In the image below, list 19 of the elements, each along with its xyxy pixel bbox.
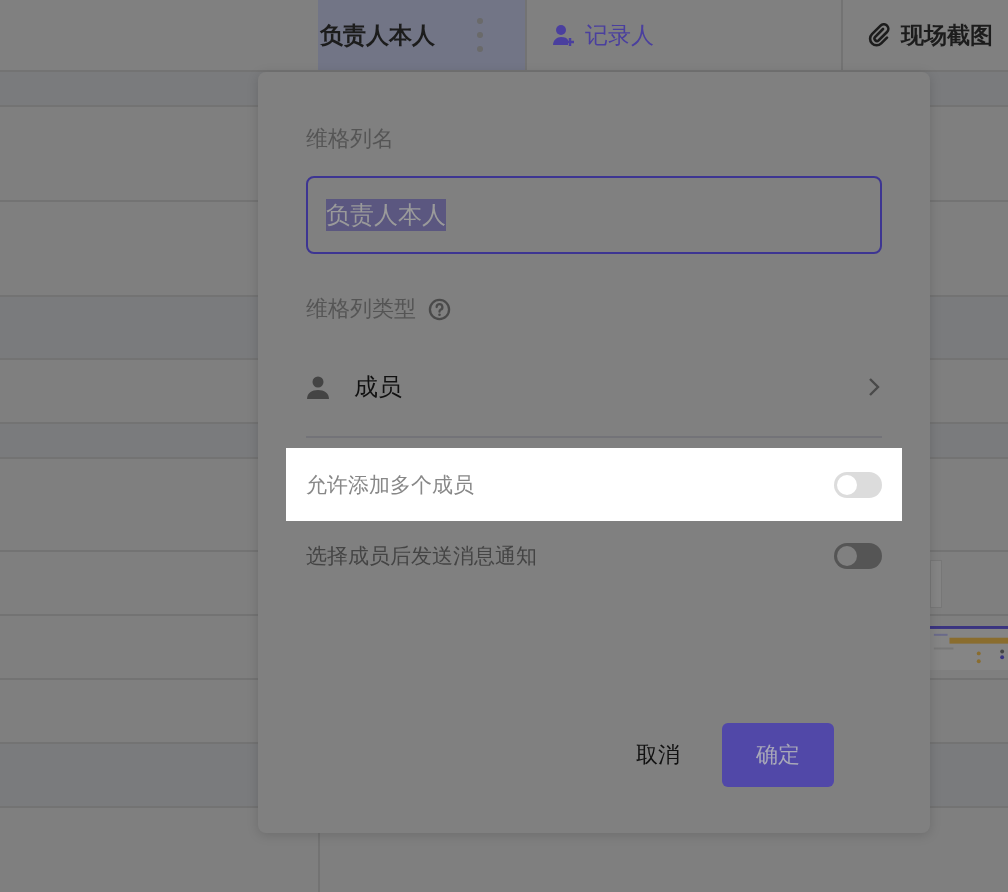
setting-label: 允许添加多个成员 [306, 471, 474, 499]
cancel-button[interactable]: 取消 [624, 730, 692, 780]
column-header[interactable]: 现场截图 [843, 0, 1008, 70]
setting-label: 选择成员后发送消息通知 [306, 543, 537, 570]
toggle-switch[interactable] [834, 543, 882, 569]
chevron-right-icon [868, 377, 880, 397]
user-icon [306, 375, 330, 399]
confirm-button[interactable]: 确定 [722, 723, 834, 787]
column-title: 现场截图 [901, 20, 993, 50]
toggle-switch[interactable] [834, 471, 882, 498]
paperclip-icon [867, 23, 891, 47]
user-add-icon [551, 23, 575, 47]
more-icon[interactable] [477, 18, 483, 52]
column-title: 负责人本人 [320, 20, 435, 50]
type-selector[interactable]: 成员 [306, 362, 882, 412]
column-header[interactable]: 负责人本人 [318, 0, 527, 70]
column-title: 记录人 [585, 20, 654, 50]
input-field[interactable]: 负责人本人 [306, 176, 882, 254]
help-icon[interactable] [428, 297, 451, 321]
